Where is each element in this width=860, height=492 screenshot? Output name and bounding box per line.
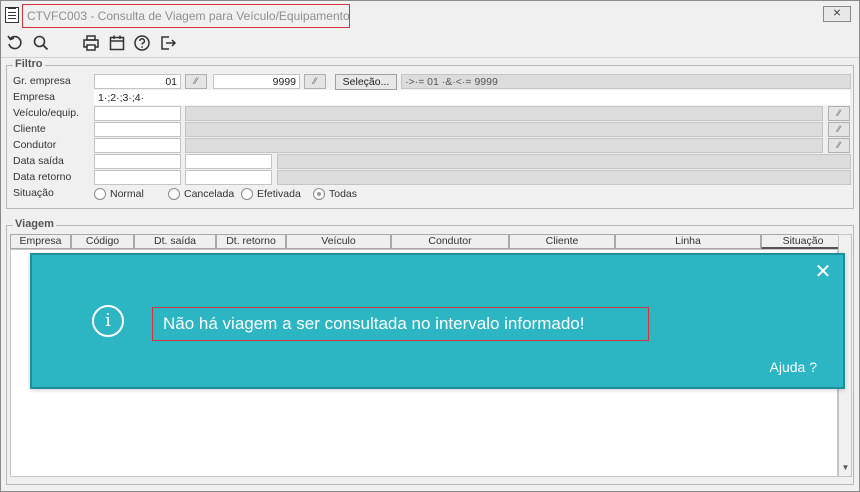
viagem-legend: Viagem bbox=[13, 218, 56, 230]
filtro-legend: Filtro bbox=[13, 58, 45, 70]
data-saida-from-input[interactable] bbox=[94, 154, 181, 169]
data-retorno-from-input[interactable] bbox=[94, 170, 181, 185]
cliente-code-input[interactable] bbox=[94, 122, 181, 137]
condutor-description bbox=[185, 138, 823, 153]
radio-label: Normal bbox=[110, 188, 144, 200]
column-header-situacao[interactable]: Situação bbox=[761, 234, 845, 249]
veiculo-lookup-button[interactable]: ⁄⁄ bbox=[828, 106, 850, 121]
label-cliente: Cliente bbox=[13, 123, 46, 135]
condutor-code-input[interactable] bbox=[94, 138, 181, 153]
main-window: CTVFC003 - Consulta de Viagem para Veícu… bbox=[0, 0, 860, 492]
exit-icon[interactable] bbox=[158, 34, 178, 54]
toast-help-link[interactable]: Ajuda ? bbox=[770, 359, 817, 375]
search-icon[interactable] bbox=[31, 34, 51, 54]
data-saida-to-input[interactable] bbox=[185, 154, 272, 169]
label-veiculo: Veículo/equip. bbox=[13, 107, 79, 119]
situacao-radio-normal[interactable]: Normal bbox=[94, 187, 144, 201]
label-gr-empresa: Gr. empresa bbox=[13, 75, 71, 87]
situacao-radio-efetivada[interactable]: Efetivada bbox=[241, 187, 301, 201]
label-data-saida: Data saída bbox=[13, 155, 64, 167]
label-empresa: Empresa bbox=[13, 91, 56, 103]
info-toast: ✕ i Não há viagem a ser consultada no in… bbox=[30, 253, 845, 389]
label-data-retorno: Data retorno bbox=[13, 171, 72, 183]
help-icon[interactable] bbox=[132, 34, 152, 54]
column-header-cliente[interactable]: Cliente bbox=[509, 234, 615, 249]
data-retorno-info bbox=[277, 170, 851, 185]
empresa-input[interactable]: 1·;2·;3·;4· bbox=[94, 90, 850, 105]
veiculo-description bbox=[185, 106, 823, 121]
column-header-veiculo[interactable]: Veículo bbox=[286, 234, 391, 249]
toast-message: Não há viagem a ser consultada no interv… bbox=[152, 307, 649, 341]
data-saida-info bbox=[277, 154, 851, 169]
scroll-down-icon[interactable]: ▼ bbox=[840, 463, 851, 474]
column-header-dt-retorno[interactable]: Dt. retorno bbox=[216, 234, 286, 249]
label-situacao: Situação bbox=[13, 187, 54, 199]
toolbar bbox=[1, 31, 859, 57]
close-toast-icon[interactable]: ✕ bbox=[813, 261, 833, 283]
column-header-linha[interactable]: Linha bbox=[615, 234, 761, 249]
cliente-lookup-button[interactable]: ⁄⁄ bbox=[828, 122, 850, 137]
column-header-dt-saida[interactable]: Dt. saída bbox=[134, 234, 216, 249]
close-window-button[interactable]: ⨯ bbox=[823, 6, 851, 22]
toolbar-divider bbox=[1, 57, 859, 58]
radio-circle-icon bbox=[168, 188, 180, 200]
radio-label: Efetivada bbox=[257, 188, 301, 200]
window-title: CTVFC003 - Consulta de Viagem para Veícu… bbox=[22, 4, 350, 28]
data-retorno-to-input[interactable] bbox=[185, 170, 272, 185]
radio-circle-icon bbox=[94, 188, 106, 200]
document-icon bbox=[5, 7, 19, 23]
column-header-condutor[interactable]: Condutor bbox=[391, 234, 509, 249]
radio-circle-icon bbox=[241, 188, 253, 200]
situacao-radio-todas[interactable]: Todas bbox=[313, 187, 357, 201]
gr-empresa-to-input[interactable]: 9999 bbox=[213, 74, 300, 89]
veiculo-code-input[interactable] bbox=[94, 106, 181, 121]
print-icon[interactable] bbox=[81, 34, 101, 54]
radio-label: Cancelada bbox=[184, 188, 235, 200]
condutor-lookup-button[interactable]: ⁄⁄ bbox=[828, 138, 850, 153]
label-condutor: Condutor bbox=[13, 139, 57, 151]
radio-label: Todas bbox=[329, 188, 358, 200]
gr-empresa-from-lookup-button[interactable]: ⁄⁄ bbox=[185, 74, 207, 89]
radio-selected-icon bbox=[313, 188, 325, 200]
refresh-icon[interactable] bbox=[5, 34, 25, 54]
cliente-description bbox=[185, 122, 823, 137]
grid-header: Empresa Código Dt. saída Dt. retorno Veí… bbox=[10, 234, 845, 249]
info-icon: i bbox=[92, 305, 124, 337]
gr-empresa-to-lookup-button[interactable]: ⁄⁄ bbox=[304, 74, 326, 89]
selecao-button[interactable]: Seleção... bbox=[335, 74, 397, 90]
column-header-empresa[interactable]: Empresa bbox=[10, 234, 71, 249]
column-header-codigo[interactable]: Código bbox=[71, 234, 134, 249]
selecao-expression: ·>·= 01 ·&·<·= 9999 bbox=[401, 74, 851, 89]
calendar-icon[interactable] bbox=[107, 34, 127, 54]
title-bar: CTVFC003 - Consulta de Viagem para Veícu… bbox=[1, 1, 859, 29]
gr-empresa-from-input[interactable]: 01 bbox=[94, 74, 181, 89]
situacao-radio-cancelada[interactable]: Cancelada bbox=[168, 187, 234, 201]
